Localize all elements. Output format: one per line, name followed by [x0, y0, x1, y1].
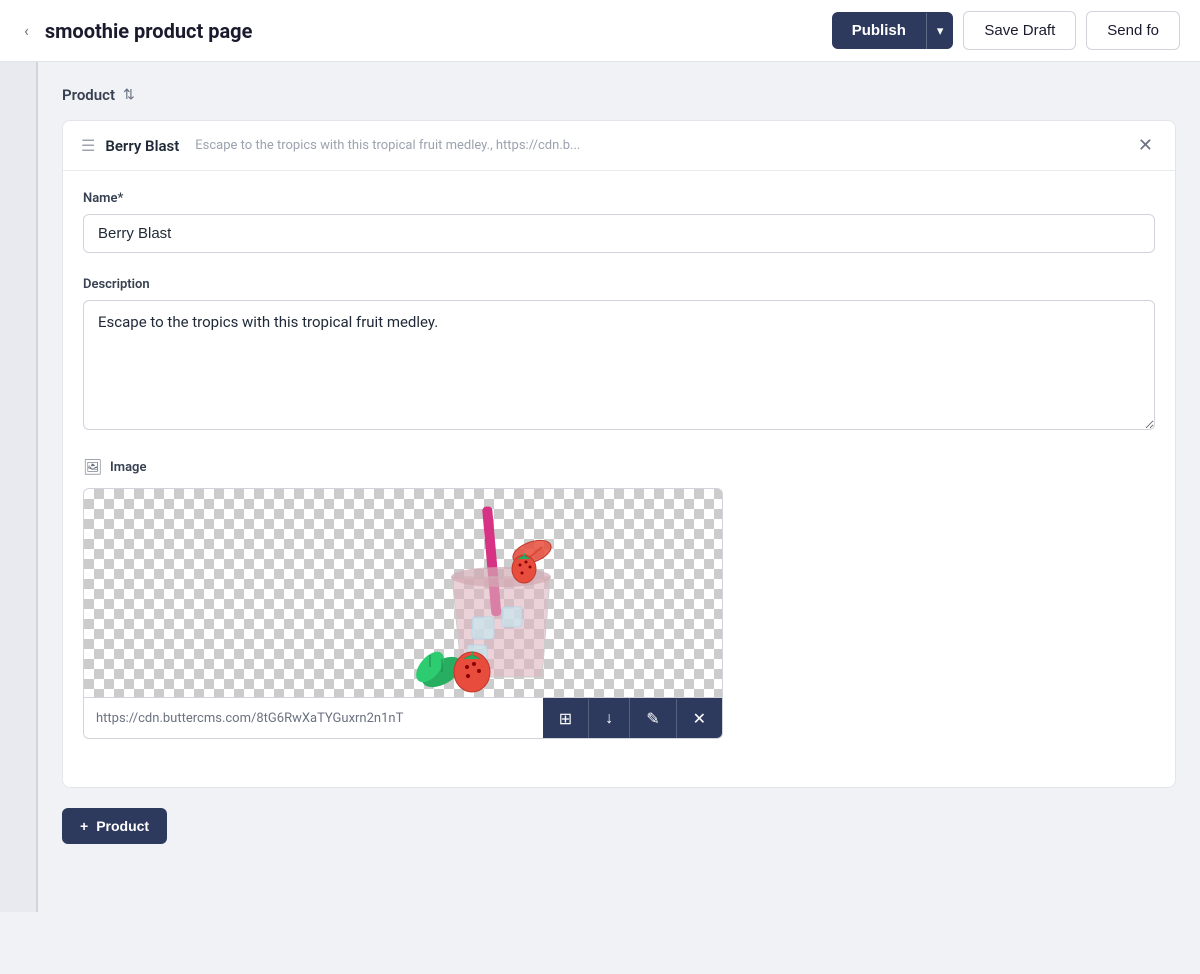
add-product-label: Product [96, 818, 149, 834]
card-header: ☰ Berry Blast Escape to the tropics with… [63, 121, 1175, 171]
header-right: Publish ▾ Save Draft Send fo [832, 11, 1180, 50]
form-body: Name* Description Escape to the tropics … [63, 171, 1175, 739]
card-subtitle: Escape to the tropics with this tropical… [195, 138, 580, 153]
image-url-bar: https://cdn.buttercms.com/8tG6RwXaTYGuxr… [83, 698, 723, 739]
sort-icon[interactable]: ⇅ [123, 87, 135, 103]
drag-handle-icon[interactable]: ☰ [81, 136, 95, 155]
add-product-plus-icon: + [80, 818, 88, 834]
card-close-button[interactable]: ✕ [1134, 135, 1157, 156]
publish-button-group[interactable]: Publish ▾ [832, 12, 954, 49]
description-field-group: Description Escape to the tropics with t… [83, 277, 1155, 434]
image-edit-button[interactable]: ✎ [630, 699, 676, 738]
image-preview [83, 488, 723, 698]
section-label: Product [62, 86, 115, 104]
sidebar-accent [0, 62, 38, 912]
image-icon: 🖼 [83, 458, 102, 476]
publish-dropdown-button[interactable]: ▾ [926, 13, 954, 49]
save-draft-button[interactable]: Save Draft [963, 11, 1076, 50]
top-header: ‹ smoothie product page Publish ▾ Save D… [0, 0, 1200, 62]
name-input[interactable] [83, 214, 1155, 253]
add-product-button[interactable]: + Product [62, 808, 167, 844]
product-card: ☰ Berry Blast Escape to the tropics with… [62, 120, 1176, 788]
publish-main-button[interactable]: Publish [832, 12, 926, 49]
image-field-group: 🖼 Image [83, 458, 1155, 739]
image-actions: ⊞ ↓ ✎ ✕ [543, 698, 722, 738]
card-header-left: ☰ Berry Blast Escape to the tropics with… [81, 136, 580, 155]
image-download-button[interactable]: ↓ [589, 698, 630, 738]
name-label: Name* [83, 191, 1155, 206]
back-button[interactable]: ‹ [20, 17, 33, 44]
image-url-text: https://cdn.buttercms.com/8tG6RwXaTYGuxr… [84, 701, 543, 736]
image-remove-button[interactable]: ✕ [677, 699, 722, 738]
name-field-group: Name* [83, 191, 1155, 253]
section-header: Product ⇅ [62, 86, 1176, 104]
page-title: smoothie product page [45, 19, 253, 43]
main-content: Product ⇅ ☰ Berry Blast Escape to the tr… [38, 62, 1200, 924]
image-label: Image [110, 460, 146, 475]
header-left: ‹ smoothie product page [20, 17, 252, 44]
smoothie-svg [382, 497, 602, 697]
description-label: Description [83, 277, 1155, 292]
description-textarea[interactable]: Escape to the tropics with this tropical… [83, 300, 1155, 430]
card-name: Berry Blast [105, 137, 179, 155]
send-for-button[interactable]: Send fo [1086, 11, 1180, 50]
image-gallery-button[interactable]: ⊞ [543, 699, 589, 738]
image-label-row: 🖼 Image [83, 458, 1155, 476]
